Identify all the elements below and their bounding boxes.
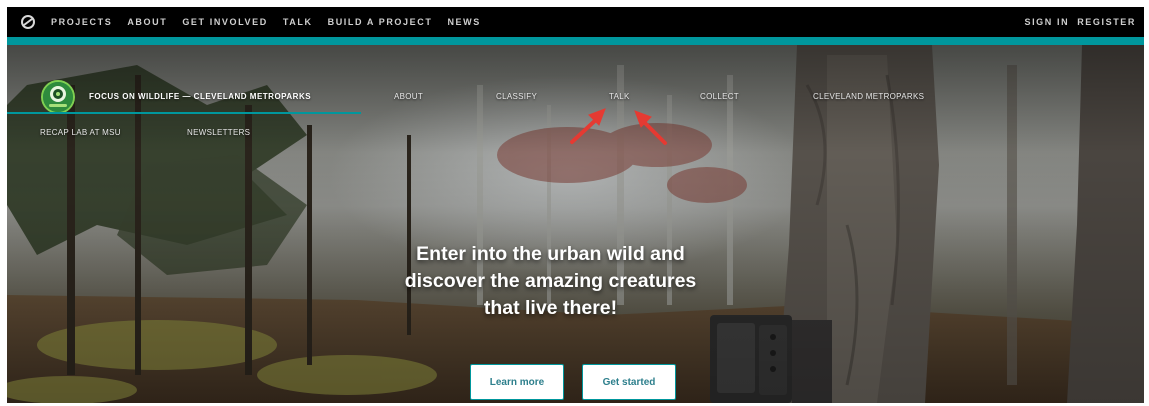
page-frame: PROJECTS ABOUT GET INVOLVED TALK BUILD A… xyxy=(7,7,1144,403)
project-title-underline xyxy=(7,112,361,114)
project-nav-classify[interactable]: CLASSIFY xyxy=(496,92,537,101)
project-avatar[interactable] xyxy=(41,80,75,114)
project-hero: FOCUS ON WILDLIFE — CLEVELAND METROPARKS… xyxy=(7,45,1144,403)
project-nav-collect[interactable]: COLLECT xyxy=(700,92,739,101)
project-nav-talk[interactable]: TALK xyxy=(609,92,630,101)
zooniverse-logo-icon[interactable] xyxy=(13,7,43,37)
nav-build-a-project[interactable]: BUILD A PROJECT xyxy=(328,17,433,27)
hero-headline-line-3: that live there! xyxy=(483,297,618,319)
global-top-bar: PROJECTS ABOUT GET INVOLVED TALK BUILD A… xyxy=(7,7,1144,37)
project-nav-bar: FOCUS ON WILDLIFE — CLEVELAND METROPARKS… xyxy=(7,45,1144,155)
project-nav-recap-lab[interactable]: RECAP LAB AT MSU xyxy=(40,128,121,137)
project-title[interactable]: FOCUS ON WILDLIFE — CLEVELAND METROPARKS xyxy=(89,92,311,101)
auth-links: SIGN IN REGISTER xyxy=(1016,7,1136,37)
nav-news[interactable]: NEWS xyxy=(447,17,480,27)
project-nav-newsletters[interactable]: NEWSLETTERS xyxy=(187,128,250,137)
get-started-button[interactable]: Get started xyxy=(582,364,676,400)
hero-headline: Enter into the urban wild and discover t… xyxy=(377,241,724,322)
nav-get-involved[interactable]: GET INVOLVED xyxy=(182,17,268,27)
hero-headline-line-1: Enter into the urban wild and xyxy=(416,243,685,265)
project-nav-cleveland-metroparks[interactable]: CLEVELAND METROPARKS xyxy=(813,92,924,101)
global-nav: PROJECTS ABOUT GET INVOLVED TALK BUILD A… xyxy=(51,17,496,27)
nav-projects[interactable]: PROJECTS xyxy=(51,17,112,27)
nav-about[interactable]: ABOUT xyxy=(127,17,167,27)
project-nav-about[interactable]: ABOUT xyxy=(394,92,423,101)
teal-accent-strip xyxy=(7,37,1144,45)
register-link[interactable]: REGISTER xyxy=(1077,17,1136,27)
sign-in-link[interactable]: SIGN IN xyxy=(1024,17,1069,27)
learn-more-button[interactable]: Learn more xyxy=(470,364,564,400)
hero-headline-line-2: discover the amazing creatures xyxy=(404,270,697,292)
nav-talk[interactable]: TALK xyxy=(283,17,313,27)
